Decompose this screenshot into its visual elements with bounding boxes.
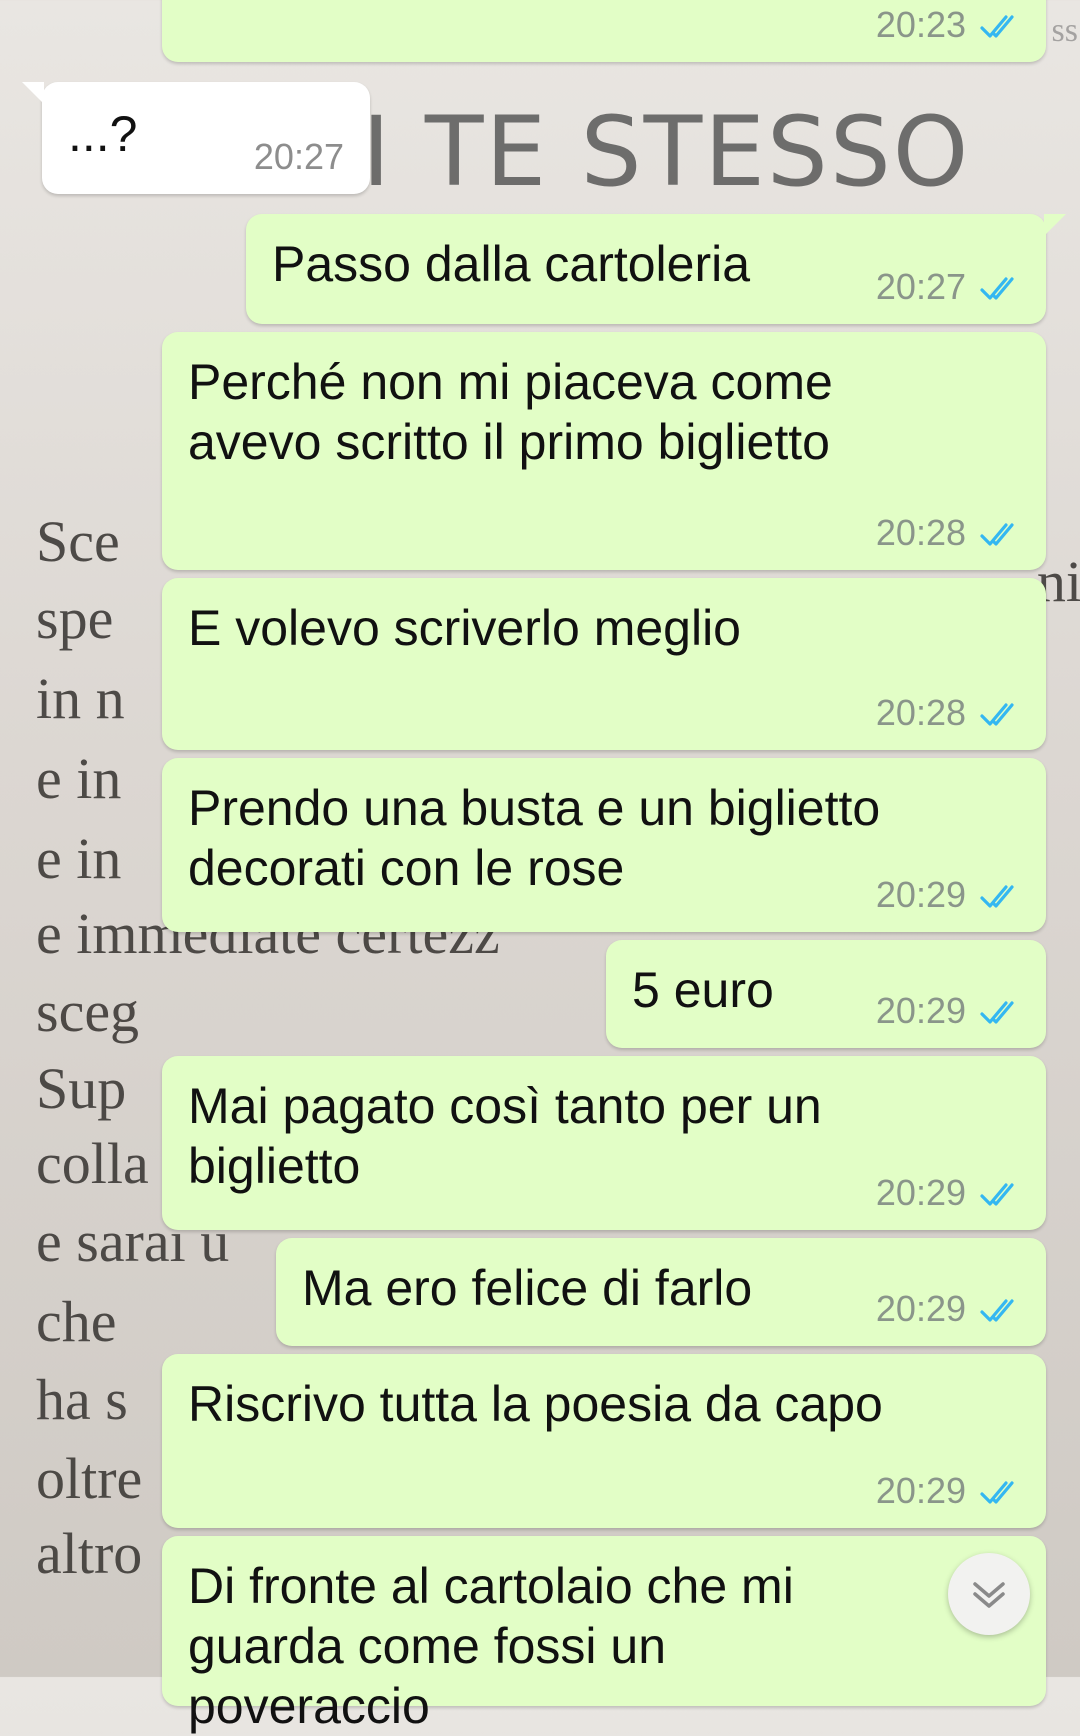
- message-time: 20:23: [875, 4, 966, 45]
- message-time: 20:29: [875, 874, 966, 915]
- message-outgoing[interactable]: Ma ero felice di farlo 20:29: [276, 1238, 1046, 1346]
- message-text: E volevo scriverlo meglio: [188, 600, 741, 656]
- double-check-icon: [980, 1299, 1014, 1322]
- message-outgoing[interactable]: E volevo scriverlo meglio 20:28: [162, 578, 1046, 750]
- message-text: 5 euro: [632, 962, 774, 1018]
- double-check-icon: [980, 1001, 1014, 1024]
- double-check-icon: [980, 885, 1014, 908]
- message-outgoing[interactable]: Di fronte al cartolaio che mi guarda com…: [162, 1536, 1046, 1734]
- message-outgoing[interactable]: 5 euro 20:29: [606, 940, 1046, 1048]
- bubble-tail: [1044, 214, 1066, 236]
- message-text: Perché non mi piaceva come avevo scritto…: [188, 354, 833, 470]
- message-text: ...?: [68, 106, 138, 162]
- message-time: 20:29: [875, 1172, 966, 1213]
- message-text: Passo dalla cartoleria: [272, 236, 751, 292]
- message-time: 20:29: [875, 1470, 966, 1511]
- double-check-icon: [980, 277, 1014, 300]
- message-outgoing[interactable]: 20:23: [162, 0, 1046, 62]
- book-fragment-top-right: ss: [1051, 12, 1078, 49]
- message-outgoing[interactable]: Riscrivo tutta la poesia da capo 20:29: [162, 1354, 1046, 1528]
- message-text: Prendo una busta e un biglietto decorati…: [188, 780, 881, 896]
- message-incoming[interactable]: ...? 20:27: [22, 82, 370, 194]
- message-time: 20:29: [875, 1288, 966, 1329]
- bubble-tail: [22, 82, 44, 104]
- message-time: 20:27: [253, 136, 344, 177]
- message-outgoing[interactable]: Passo dalla cartoleria 20:27: [246, 214, 1066, 324]
- message-time: 20:28: [875, 512, 966, 553]
- message-text: Mai pagato così tanto per un biglietto: [188, 1078, 822, 1194]
- double-check-icon: [980, 15, 1014, 38]
- double-check-icon: [980, 1481, 1014, 1504]
- message-time: 20:28: [875, 692, 966, 733]
- double-check-icon: [980, 703, 1014, 726]
- double-check-icon: [980, 523, 1014, 546]
- book-heading: I TE STESSO: [362, 96, 971, 208]
- message-text: Riscrivo tutta la poesia da capo: [188, 1376, 883, 1432]
- message-text: Di fronte al cartolaio che mi guarda com…: [188, 1558, 794, 1734]
- chevron-down-icon: [973, 1582, 1005, 1608]
- message-outgoing[interactable]: Prendo una busta e un biglietto decorati…: [162, 758, 1046, 932]
- message-outgoing[interactable]: Mai pagato così tanto per un biglietto 2…: [162, 1056, 1046, 1230]
- message-outgoing[interactable]: Perché non mi piaceva come avevo scritto…: [162, 332, 1046, 570]
- message-text: Ma ero felice di farlo: [302, 1260, 753, 1316]
- message-time: 20:29: [875, 990, 966, 1031]
- scroll-down-button[interactable]: [948, 1553, 1030, 1635]
- message-time: 20:27: [875, 266, 966, 307]
- double-check-icon: [980, 1183, 1014, 1206]
